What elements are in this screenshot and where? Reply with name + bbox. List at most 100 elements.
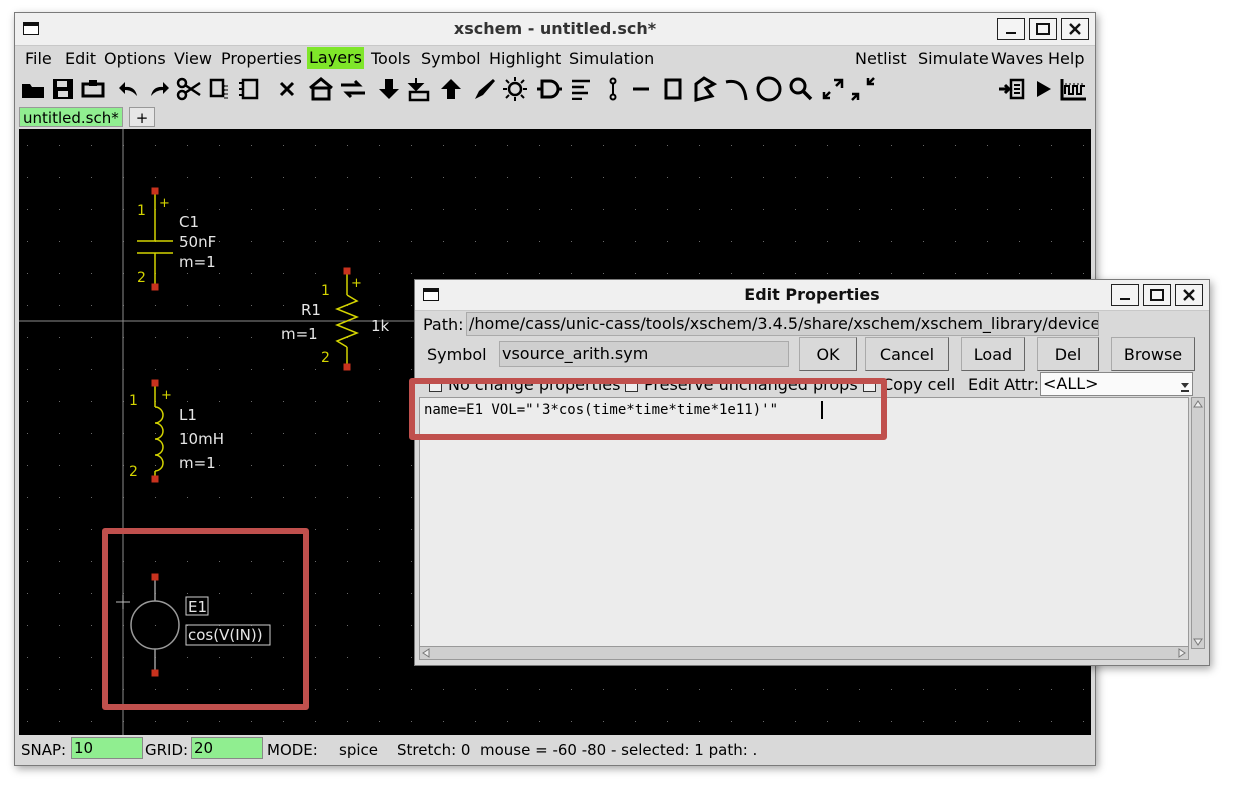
c1-pin1-label: 1 <box>137 203 146 219</box>
menu-edit[interactable]: Edit <box>65 49 96 68</box>
dialog-maximize-button[interactable] <box>1143 284 1171 306</box>
cancel-button[interactable]: Cancel <box>865 337 949 371</box>
rect-icon[interactable] <box>659 75 687 103</box>
zoom-out-icon[interactable] <box>849 75 877 103</box>
pin-c1-1 <box>151 187 159 195</box>
c1-plus-label: + <box>159 196 170 211</box>
horizontal-scrollbar[interactable] <box>419 646 1189 660</box>
zoom-in-icon[interactable] <box>819 75 847 103</box>
cut-icon[interactable] <box>175 75 203 103</box>
tab-row: untitled.sch* + <box>15 107 1095 129</box>
pin-r1-2 <box>343 363 351 371</box>
pop-icon[interactable] <box>437 75 465 103</box>
pin-l1-1 <box>151 379 159 387</box>
l1-name: L1 <box>179 406 197 424</box>
ok-button[interactable]: OK <box>799 337 857 371</box>
scroll-left-icon <box>422 648 430 658</box>
descend-icon[interactable] <box>307 75 335 103</box>
dialog-close-button[interactable] <box>1175 284 1203 306</box>
maximize-button[interactable] <box>1029 18 1057 40</box>
del-button[interactable]: Del <box>1037 337 1099 371</box>
status-bar: SNAP: 10 GRID: 20 MODE: spice Stretch: 0… <box>15 735 1095 763</box>
close-button[interactable] <box>1061 18 1089 40</box>
grid-field[interactable]: 20 <box>191 737 263 759</box>
copy-cell-label: Copy cell <box>882 375 956 394</box>
menu-netlist[interactable]: Netlist <box>855 49 907 68</box>
place-gate-icon[interactable] <box>535 75 563 103</box>
polygon-icon[interactable] <box>691 75 719 103</box>
reload-icon[interactable] <box>79 75 107 103</box>
edit-properties-dialog: Edit Properties Path: /home/cass/unic-ca… <box>414 279 1210 666</box>
tab-untitled[interactable]: untitled.sch* <box>19 107 123 127</box>
edit-attr-select[interactable]: <ALL> <box>1040 372 1193 396</box>
r1-value: 1k <box>371 317 390 335</box>
menu-layers[interactable]: Layers <box>307 47 364 69</box>
dialog-title: Edit Properties <box>744 285 880 304</box>
text-align-icon[interactable] <box>567 75 595 103</box>
pin-c1-2 <box>151 283 159 291</box>
menu-waves[interactable]: Waves <box>991 49 1043 68</box>
wire-icon[interactable] <box>599 75 627 103</box>
menu-help[interactable]: Help <box>1048 49 1084 68</box>
zoom-icon[interactable] <box>787 75 815 103</box>
waves-icon[interactable] <box>1059 75 1087 103</box>
path-label: Path: <box>423 315 464 334</box>
symbol-field[interactable]: vsource_arith.sym <box>499 341 789 367</box>
open-folder-icon[interactable] <box>19 75 47 103</box>
pin-r1-1 <box>343 267 351 275</box>
vertical-scrollbar[interactable] <box>1191 397 1205 649</box>
delete-icon[interactable] <box>273 75 301 103</box>
grid-label: GRID: <box>145 741 189 759</box>
menu-simulation[interactable]: Simulation <box>569 49 654 68</box>
r1-pin1-label: 1 <box>321 283 330 299</box>
edit-attr-label: Edit Attr: <box>968 375 1039 394</box>
new-tab-button[interactable]: + <box>129 107 155 127</box>
path-field[interactable]: /home/cass/unic-cass/tools/xschem/3.4.5/… <box>466 312 1099 336</box>
menu-symbol[interactable]: Symbol <box>421 49 481 68</box>
menu-file[interactable]: File <box>25 49 52 68</box>
resistor-r1[interactable]: 1 + 2 R1 m=1 1k <box>281 267 390 371</box>
c1-m: m=1 <box>179 253 216 271</box>
l1-plus-label: + <box>161 388 172 403</box>
scroll-right-icon <box>1178 648 1186 658</box>
menu-simulate[interactable]: Simulate <box>918 49 989 68</box>
arc-icon[interactable] <box>723 75 751 103</box>
highlight-box-e1 <box>102 528 309 710</box>
highlight-icon[interactable] <box>501 75 529 103</box>
copy-icon[interactable] <box>205 75 233 103</box>
title-bar[interactable]: xschem - untitled.sch* <box>15 13 1095 46</box>
menu-options[interactable]: Options <box>104 49 166 68</box>
snap-label: SNAP: <box>21 741 67 759</box>
minimize-button[interactable] <box>997 18 1025 40</box>
dialog-title-bar[interactable]: Edit Properties <box>415 280 1209 311</box>
load-button[interactable]: Load <box>961 337 1025 371</box>
symbol-icon[interactable] <box>405 75 433 103</box>
save-icon[interactable] <box>49 75 77 103</box>
window-title: xschem - untitled.sch* <box>453 19 657 38</box>
menu-highlight[interactable]: Highlight <box>489 49 561 68</box>
menu-tools[interactable]: Tools <box>371 49 410 68</box>
line-icon[interactable] <box>627 75 655 103</box>
dialog-minimize-button[interactable] <box>1111 284 1139 306</box>
netlist-icon[interactable] <box>997 75 1025 103</box>
chevron-down-icon[interactable] <box>1180 377 1190 399</box>
inductor-l1[interactable]: 1 + 2 L1 10mH m=1 <box>129 379 224 483</box>
snap-field[interactable]: 10 <box>71 737 143 759</box>
r1-name: R1 <box>301 301 321 319</box>
push-icon[interactable] <box>375 75 403 103</box>
ascend-icon[interactable] <box>339 75 367 103</box>
status-info: Stretch: 0 mouse = -60 -80 - selected: 1… <box>397 741 758 759</box>
l1-value: 10mH <box>179 430 224 448</box>
undo-icon[interactable] <box>115 75 143 103</box>
simulate-icon[interactable] <box>1029 75 1057 103</box>
draw-icon[interactable] <box>471 75 499 103</box>
capacitor-c1[interactable]: 1 + 2 C1 50nF m=1 <box>137 187 216 291</box>
r1-pin2-label: 2 <box>321 350 330 366</box>
circle-icon[interactable] <box>755 75 783 103</box>
menu-properties[interactable]: Properties <box>221 49 302 68</box>
scroll-down-icon <box>1193 638 1203 646</box>
menu-view[interactable]: View <box>174 49 212 68</box>
redo-icon[interactable] <box>145 75 173 103</box>
browse-button[interactable]: Browse <box>1111 337 1195 371</box>
paste-icon[interactable] <box>235 75 263 103</box>
